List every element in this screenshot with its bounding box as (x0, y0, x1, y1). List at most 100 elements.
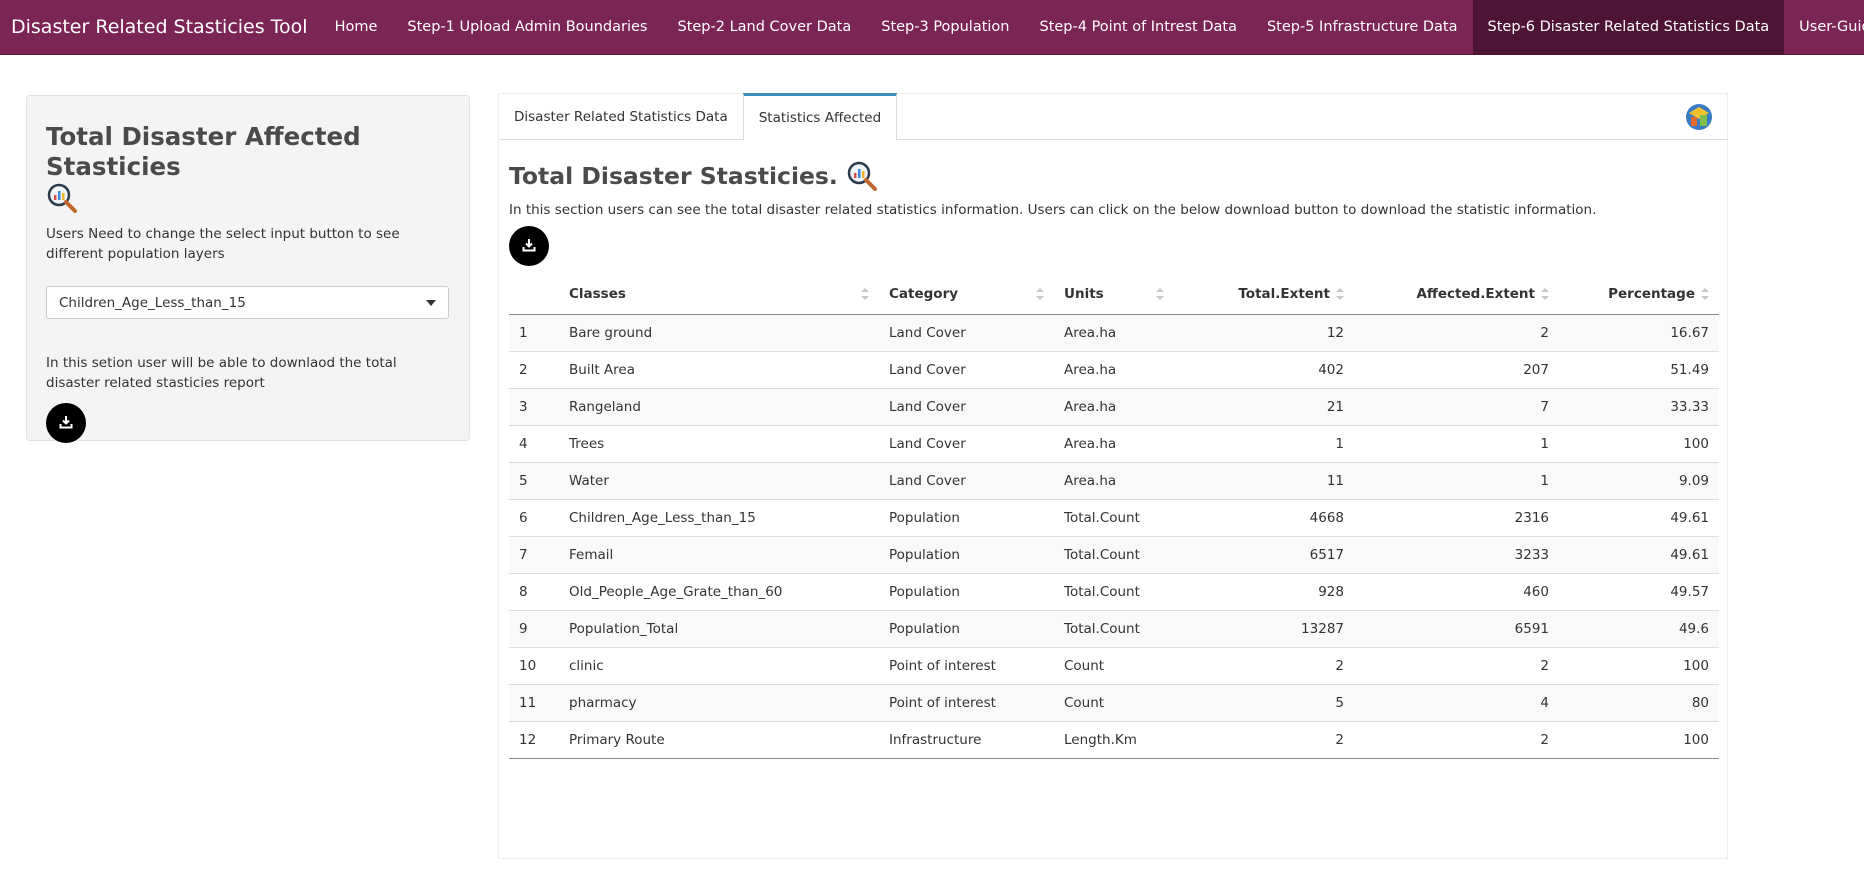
table-row[interactable]: 5 Water Land Cover Area.ha 11 1 9.09 (509, 461, 1719, 499)
cell-units: Count (1054, 646, 1174, 684)
sort-icon (1541, 287, 1549, 300)
cell-affected-extent: 1 (1354, 424, 1559, 462)
cell-percentage: 100 (1559, 424, 1719, 462)
cell-class: Rangeland (559, 387, 879, 425)
cell-percentage: 9.09 (1559, 461, 1719, 499)
download-report-button[interactable] (46, 403, 86, 443)
cell-units: Length.Km (1054, 720, 1174, 759)
cell-percentage: 51.49 (1559, 350, 1719, 388)
column-header-affected-extent[interactable]: Affected.Extent (1354, 274, 1559, 315)
download-statistics-button[interactable] (509, 226, 549, 266)
cell-total-extent: 11 (1174, 461, 1354, 499)
cell-affected-extent: 2 (1354, 646, 1559, 684)
tab-disaster-statistics-data[interactable]: Disaster Related Statistics Data (499, 94, 743, 139)
magnifier-stats-icon (46, 182, 78, 214)
population-layer-select[interactable]: Children_Age_Less_than_15 (46, 286, 449, 319)
cell-affected-extent: 6591 (1354, 609, 1559, 647)
cell-category: Land Cover (879, 424, 1054, 462)
cell-category: Land Cover (879, 461, 1054, 499)
nav-item-step1[interactable]: Step-1 Upload Admin Boundaries (392, 0, 662, 55)
cell-units: Area.ha (1054, 313, 1174, 351)
cell-affected-extent: 1 (1354, 461, 1559, 499)
cell-units: Total.Count (1054, 535, 1174, 573)
cell-index: 9 (509, 609, 559, 647)
column-header-percentage[interactable]: Percentage (1559, 274, 1719, 315)
cell-category: Point of interest (879, 683, 1054, 721)
cell-index: 5 (509, 461, 559, 499)
cell-total-extent: 402 (1174, 350, 1354, 388)
nav-item-step4[interactable]: Step-4 Point of Intrest Data (1025, 0, 1252, 55)
table-row[interactable]: 11 pharmacy Point of interest Count 5 4 80 (509, 683, 1719, 721)
app-brand[interactable]: Disaster Related Stasticies Tool (0, 16, 320, 38)
select-hint-text: Users Need to change the select input bu… (46, 226, 400, 262)
column-header-units[interactable]: Units (1054, 274, 1174, 315)
select-value: Children_Age_Less_than_15 (59, 294, 246, 311)
app-logo-icon (1685, 103, 1713, 131)
cell-category: Infrastructure (879, 720, 1054, 759)
tab-statistics-affected[interactable]: Statistics Affected (742, 93, 898, 140)
nav-item-user-guide[interactable]: User-Guide (1784, 0, 1864, 55)
cell-class: Femail (559, 535, 879, 573)
nav-item-step2[interactable]: Step-2 Land Cover Data (662, 0, 866, 55)
sort-icon (1036, 288, 1044, 300)
statistics-table: Classes Category Units Total.Extent Affe… (509, 274, 1719, 759)
cell-index: 4 (509, 424, 559, 462)
section-description: In this section users can see the total … (509, 202, 1597, 218)
cell-units: Area.ha (1054, 350, 1174, 388)
section-heading: Total Disaster Stasticies. (509, 158, 1717, 194)
sort-icon (1701, 287, 1709, 300)
main-panel: Disaster Related Statistics Data Statist… (498, 93, 1728, 859)
cell-affected-extent: 2 (1354, 720, 1559, 759)
column-header-index (509, 274, 559, 315)
column-header-label: Category (889, 285, 959, 302)
download-icon (59, 414, 73, 433)
nav-menu: Home Step-1 Upload Admin Boundaries Step… (320, 0, 1864, 55)
cell-category: Land Cover (879, 387, 1054, 425)
cell-category: Point of interest (879, 646, 1054, 684)
cell-category: Population (879, 498, 1054, 536)
cell-affected-extent: 2316 (1354, 498, 1559, 536)
column-header-category[interactable]: Category (879, 274, 1054, 315)
cell-units: Total.Count (1054, 572, 1174, 610)
cell-percentage: 49.61 (1559, 498, 1719, 536)
table-row[interactable]: 7 Femail Population Total.Count 6517 3233 49.6… (509, 535, 1719, 573)
column-header-total-extent[interactable]: Total.Extent (1174, 274, 1354, 315)
cell-affected-extent: 3233 (1354, 535, 1559, 573)
table-row[interactable]: 9 Population_Total Population Total.Count 13… (509, 609, 1719, 647)
nav-item-step6[interactable]: Step-6 Disaster Related Statistics Data (1472, 0, 1785, 55)
cell-index: 12 (509, 720, 559, 759)
table-row[interactable]: 4 Trees Land Cover Area.ha 1 1 100 (509, 424, 1719, 462)
cell-percentage: 100 (1559, 720, 1719, 759)
cell-index: 1 (509, 313, 559, 351)
cell-affected-extent: 460 (1354, 572, 1559, 610)
cell-class: pharmacy (559, 683, 879, 721)
tab-content: Total Disaster Stasticies. In this secti… (499, 140, 1727, 759)
sidebar-title: Total Disaster Affected Stasticies (46, 122, 449, 214)
column-header-label: Percentage (1608, 285, 1695, 302)
cell-category: Population (879, 572, 1054, 610)
table-row[interactable]: 6 Children_Age_Less_than_15 Population Tota… (509, 498, 1719, 536)
table-row[interactable]: 3 Rangeland Land Cover Area.ha 21 7 33.33 (509, 387, 1719, 425)
cell-class: clinic (559, 646, 879, 684)
cell-percentage: 49.57 (1559, 572, 1719, 610)
cell-class: Population_Total (559, 609, 879, 647)
sort-icon (1156, 288, 1164, 300)
table-header-row: Classes Category Units Total.Extent Affe… (509, 274, 1719, 315)
table-row[interactable]: 8 Old_People_Age_Grate_than_60 Population T… (509, 572, 1719, 610)
column-header-classes[interactable]: Classes (559, 274, 879, 315)
magnifier-stats-icon (846, 160, 878, 192)
cell-affected-extent: 207 (1354, 350, 1559, 388)
column-header-label: Classes (569, 285, 626, 302)
table-row[interactable]: 12 Primary Route Infrastructure Length.Km 2 2… (509, 720, 1719, 759)
table-row[interactable]: 1 Bare ground Land Cover Area.ha 12 2 16.67 (509, 313, 1719, 351)
nav-item-step3[interactable]: Step-3 Population (866, 0, 1024, 55)
nav-item-home[interactable]: Home (320, 0, 393, 55)
column-header-label: Total.Extent (1238, 285, 1330, 302)
table-row[interactable]: 2 Built Area Land Cover Area.ha 402 207 51.49 (509, 350, 1719, 388)
nav-item-step5[interactable]: Step-5 Infrastructure Data (1252, 0, 1473, 55)
cell-percentage: 33.33 (1559, 387, 1719, 425)
cell-index: 11 (509, 683, 559, 721)
cell-class: Bare ground (559, 313, 879, 351)
table-row[interactable]: 10 clinic Point of interest Count 2 2 100 (509, 646, 1719, 684)
cell-total-extent: 928 (1174, 572, 1354, 610)
